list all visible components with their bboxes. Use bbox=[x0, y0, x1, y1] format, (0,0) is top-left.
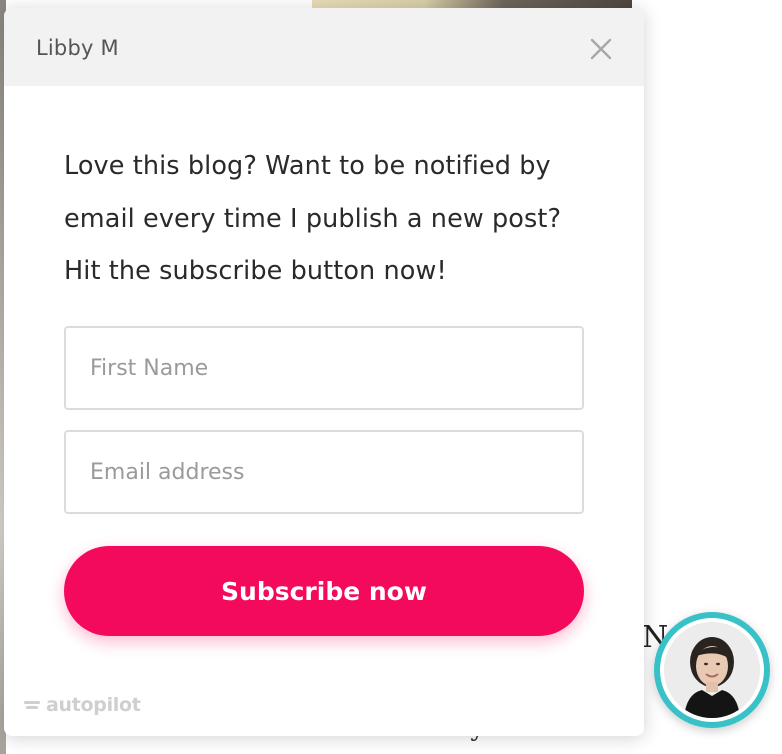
autopilot-branding[interactable]: autopilot bbox=[24, 694, 141, 716]
person-portrait-icon bbox=[664, 622, 760, 718]
avatar-ring bbox=[660, 618, 764, 722]
autopilot-logo-icon bbox=[24, 701, 40, 709]
avatar-photo bbox=[664, 622, 760, 718]
sender-name: Libby M bbox=[36, 36, 119, 60]
close-button[interactable] bbox=[586, 34, 616, 64]
popup-message: Love this blog? Want to be notified by e… bbox=[64, 151, 562, 286]
chat-avatar-button[interactable] bbox=[654, 612, 770, 728]
autopilot-label: autopilot bbox=[46, 694, 141, 716]
popup-header: Libby M bbox=[4, 8, 644, 86]
first-name-input[interactable] bbox=[64, 326, 584, 410]
subscribe-button[interactable]: Subscribe now bbox=[64, 546, 584, 636]
email-input[interactable] bbox=[64, 430, 584, 514]
subscribe-popup: Libby M Love this blog? Want to be notif… bbox=[4, 8, 644, 736]
close-icon bbox=[590, 38, 612, 60]
